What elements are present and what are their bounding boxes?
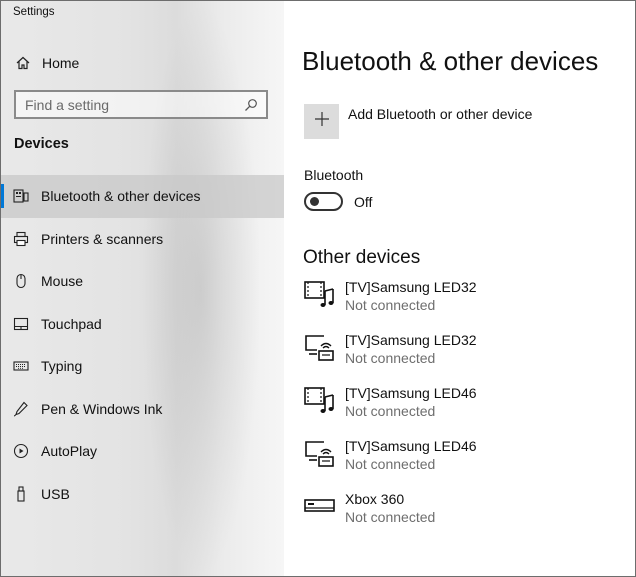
device-status: Not connected [345, 297, 436, 313]
printer-icon [13, 231, 29, 247]
search-placeholder: Find a setting [25, 96, 110, 113]
media-device-icon [304, 385, 336, 417]
sidebar-item-usb[interactable]: USB [1, 473, 284, 516]
sidebar-item-label: AutoPlay [41, 443, 98, 460]
sidebar-item-typing[interactable]: Typing [1, 345, 284, 388]
sidebar-item-label: Pen & Windows Ink [41, 400, 163, 417]
device-status: Not connected [345, 509, 436, 525]
toggle-knob [310, 197, 319, 206]
mouse-icon [13, 273, 29, 289]
device-name: Xbox 360 [345, 491, 405, 507]
wireless-display-icon [304, 332, 336, 364]
device-list: [TV]Samsung LED32 Not connected [TV]Sams… [304, 279, 634, 544]
other-devices-title: Other devices [303, 247, 421, 268]
window-title: Settings [13, 6, 55, 18]
device-item[interactable]: [TV]Samsung LED46 Not connected [304, 385, 634, 438]
search-input[interactable]: Find a setting [14, 90, 268, 119]
device-name: [TV]Samsung LED46 [345, 385, 477, 401]
device-item[interactable]: [TV]Samsung LED32 Not connected [304, 332, 634, 385]
bluetooth-toggle-row: Off [304, 192, 372, 211]
autoplay-icon [13, 443, 29, 459]
device-status: Not connected [345, 456, 436, 472]
main-content: Bluetooth & other devices Add Bluetooth … [284, 1, 635, 576]
sidebar-item-label: Mouse [41, 273, 84, 290]
bluetooth-label: Bluetooth [304, 167, 364, 183]
bluetooth-state: Off [354, 193, 373, 210]
home-label: Home [42, 55, 80, 71]
sidebar-item-printers[interactable]: Printers & scanners [1, 218, 284, 261]
sidebar-item-touchpad[interactable]: Touchpad [1, 303, 284, 346]
device-item[interactable]: [TV]Samsung LED46 Not connected [304, 438, 634, 491]
sidebar-item-label: USB [41, 485, 70, 502]
page-title: Bluetooth & other devices [302, 46, 599, 76]
sidebar-item-label: Typing [41, 358, 83, 375]
sidebar: Settings Home Find a setting Devices Blu… [1, 1, 284, 576]
search-icon[interactable] [244, 98, 258, 112]
sidebar-nav: Bluetooth & other devices Printers & sca… [1, 175, 284, 515]
bluetooth-devices-icon [13, 188, 29, 204]
media-device-icon [304, 279, 336, 311]
sidebar-item-label: Touchpad [41, 315, 102, 332]
sidebar-item-pen[interactable]: Pen & Windows Ink [1, 388, 284, 431]
sidebar-item-bluetooth[interactable]: Bluetooth & other devices [1, 175, 284, 218]
wireless-display-icon [304, 438, 336, 470]
device-item[interactable]: Xbox 360 Not connected [304, 491, 634, 544]
plus-icon [314, 111, 330, 132]
sidebar-item-mouse[interactable]: Mouse [1, 260, 284, 303]
home-icon [15, 55, 31, 71]
sidebar-item-label: Printers & scanners [41, 230, 164, 247]
usb-icon [13, 486, 29, 502]
add-device-button[interactable]: Add Bluetooth or other device [304, 104, 532, 139]
add-tile[interactable] [304, 104, 339, 139]
sidebar-item-label: Bluetooth & other devices [41, 188, 201, 205]
pen-icon [13, 401, 29, 417]
keyboard-icon [13, 358, 29, 374]
settings-window: Settings Home Find a setting Devices Blu… [0, 0, 636, 577]
add-device-label: Add Bluetooth or other device [348, 106, 533, 122]
section-title: Devices [14, 136, 69, 152]
bluetooth-toggle[interactable] [304, 192, 343, 211]
game-console-icon [304, 491, 336, 523]
home-nav-item[interactable]: Home [1, 49, 284, 77]
device-item[interactable]: [TV]Samsung LED32 Not connected [304, 279, 634, 332]
device-name: [TV]Samsung LED46 [345, 438, 477, 454]
device-name: [TV]Samsung LED32 [345, 332, 477, 348]
device-status: Not connected [345, 403, 436, 419]
device-name: [TV]Samsung LED32 [345, 279, 477, 295]
device-status: Not connected [345, 350, 436, 366]
touchpad-icon [13, 316, 29, 332]
sidebar-item-autoplay[interactable]: AutoPlay [1, 430, 284, 473]
